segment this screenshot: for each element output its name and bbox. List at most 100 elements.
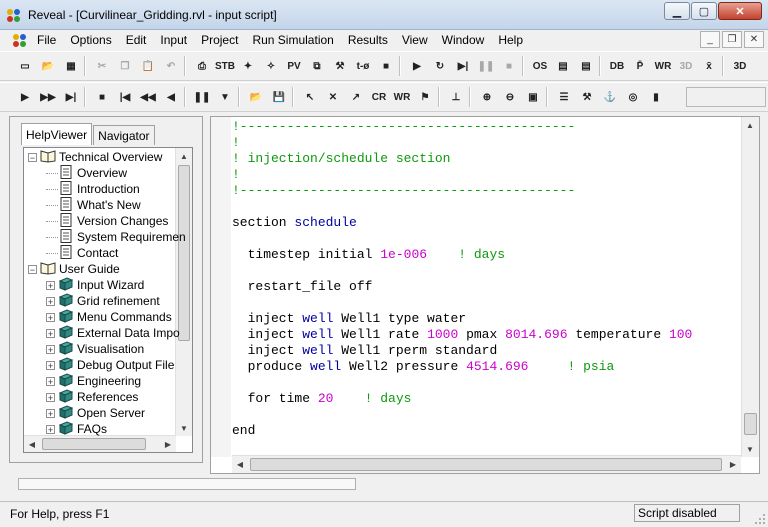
input-wizard-icon[interactable]: ✦ [237, 55, 259, 77]
undo-icon[interactable]: ↶ [160, 55, 182, 77]
cr-icon[interactable]: CR [368, 86, 390, 108]
open-folder-icon[interactable]: 📂 [37, 55, 59, 77]
tree-item[interactable]: − Technical Overview [28, 149, 162, 165]
collapse-icon[interactable]: − [28, 152, 37, 162]
wr-icon[interactable]: WR [391, 86, 413, 108]
tree-item[interactable]: + Engineering [46, 372, 141, 389]
menu-options[interactable]: Options [63, 33, 118, 47]
expand-icon[interactable]: + [46, 424, 55, 434]
tree-item[interactable]: + External Data Impo [46, 324, 180, 341]
menu-view[interactable]: View [395, 33, 435, 47]
maximize-button[interactable]: ▢ [691, 2, 717, 20]
time-zero-icon[interactable]: t-ø [352, 55, 374, 77]
pointer-icon[interactable]: ↖ [299, 86, 321, 108]
expand-icon[interactable]: + [46, 344, 55, 354]
menu-results[interactable]: Results [341, 33, 395, 47]
script-icon[interactable]: ▤ [552, 55, 574, 77]
database-icon[interactable]: DB [606, 55, 628, 77]
scroll-left-icon[interactable]: ◀ [24, 436, 40, 452]
pvt-icon[interactable]: PV [283, 55, 305, 77]
tree-item[interactable]: Version Changes [46, 212, 168, 229]
p-bar-icon[interactable]: P̄ [629, 55, 651, 77]
paste-icon[interactable]: 📋 [137, 55, 159, 77]
pause-icon[interactable]: ❚❚ [191, 86, 213, 108]
3d-icon[interactable]: 3D [675, 55, 697, 77]
save-all-icon[interactable]: ▦ [60, 55, 82, 77]
scroll-right-icon[interactable]: ▶ [725, 456, 741, 472]
tree-vertical-scrollbar[interactable]: ▲ ▼ [175, 148, 192, 436]
book-icon[interactable]: ▮ [645, 86, 667, 108]
tree-item[interactable]: + Input Wizard [46, 276, 144, 293]
scroll-left-icon[interactable]: ◀ [232, 456, 248, 472]
resize-grip-icon[interactable] [754, 513, 766, 525]
expand-icon[interactable]: + [46, 280, 55, 290]
print-icon[interactable]: ⎙ [191, 55, 213, 77]
editor-vertical-scrollbar[interactable]: ▲ ▼ [741, 117, 759, 457]
expand-icon[interactable]: + [46, 328, 55, 338]
copy-icon[interactable]: ❐ [114, 55, 136, 77]
close-button[interactable]: ✕ [718, 2, 762, 20]
tree-item[interactable]: + FAQs [46, 420, 107, 437]
down-icon[interactable]: ▼ [214, 86, 236, 108]
reveal-app-icon[interactable] [6, 7, 22, 23]
tree-item[interactable]: + Debug Output File [46, 356, 174, 373]
tools-icon[interactable]: ⚒ [576, 86, 598, 108]
grid-icon[interactable]: ■ [375, 55, 397, 77]
scroll-up-icon[interactable]: ▲ [176, 148, 192, 164]
expand-icon[interactable]: + [46, 360, 55, 370]
end-icon[interactable]: ▶| [60, 86, 82, 108]
tree-item[interactable]: System Requiremen [46, 228, 186, 245]
script-b-icon[interactable]: ▤ [575, 55, 597, 77]
back-icon[interactable]: ◀ [160, 86, 182, 108]
tree-item[interactable]: − User Guide [28, 261, 120, 277]
tree-hscroll-thumb[interactable] [42, 438, 146, 450]
minimize-button[interactable]: ▁ [664, 2, 690, 20]
tab-navigator[interactable]: Navigator [93, 125, 155, 145]
expand-icon[interactable]: + [46, 296, 55, 306]
os-icon[interactable]: OS [529, 55, 551, 77]
list-icon[interactable]: ☰ [553, 86, 575, 108]
menu-edit[interactable]: Edit [119, 33, 154, 47]
scroll-down-icon[interactable]: ▼ [742, 441, 758, 457]
menu-project[interactable]: Project [194, 33, 245, 47]
zoom-fit-icon[interactable]: ▣ [522, 86, 544, 108]
delete-pointer-icon[interactable]: ✕ [322, 86, 344, 108]
wr-icon[interactable]: WR [652, 55, 674, 77]
open-icon[interactable]: 📂 [245, 86, 267, 108]
script-code[interactable]: !---------------------------------------… [232, 117, 741, 457]
stop-icon[interactable]: ■ [498, 55, 520, 77]
tree-item[interactable]: Introduction [46, 180, 140, 197]
anchor-icon[interactable]: ⚓ [599, 86, 621, 108]
document-system-icon[interactable] [12, 32, 28, 48]
fast-forward-icon[interactable]: ▶▶ [37, 86, 59, 108]
new-document-icon[interactable]: ▭ [14, 55, 36, 77]
tree-item[interactable]: + Menu Commands [46, 308, 172, 325]
x-bar-icon[interactable]: x̄ [698, 55, 720, 77]
menu-window[interactable]: Window [435, 33, 492, 47]
pause-icon[interactable]: ❚❚ [475, 55, 497, 77]
menu-file[interactable]: File [30, 33, 63, 47]
tree-item[interactable]: Overview [46, 164, 127, 181]
run-icon[interactable]: ▶ [406, 55, 428, 77]
tree-item[interactable]: + Visualisation [46, 340, 144, 357]
menu-input[interactable]: Input [153, 33, 194, 47]
play-icon[interactable]: ▶ [14, 86, 36, 108]
scroll-right-icon[interactable]: ▶ [160, 436, 176, 452]
tree-item[interactable]: Contact [46, 244, 118, 261]
toolbar-text-field[interactable] [686, 87, 766, 107]
editor-hscroll-thumb[interactable] [250, 458, 722, 471]
cut-icon[interactable]: ✂ [91, 55, 113, 77]
magic-wand-icon[interactable]: ✧ [260, 55, 282, 77]
collapse-icon[interactable]: − [28, 264, 37, 274]
tab-helpviewer[interactable]: HelpViewer [21, 123, 93, 145]
mdi-minimize-button[interactable]: _ [700, 31, 720, 48]
tree-item[interactable]: + References [46, 388, 138, 405]
scroll-down-icon[interactable]: ▼ [176, 420, 192, 436]
menu-run-simulation[interactable]: Run Simulation [245, 33, 340, 47]
tree-scroll-thumb[interactable] [178, 165, 190, 341]
tree-item[interactable]: + Open Server [46, 404, 145, 421]
expand-icon[interactable]: + [46, 408, 55, 418]
step-icon[interactable]: ▶| [452, 55, 474, 77]
script-editor[interactable]: !---------------------------------------… [210, 116, 760, 474]
zoom-out-icon[interactable]: ⊖ [499, 86, 521, 108]
